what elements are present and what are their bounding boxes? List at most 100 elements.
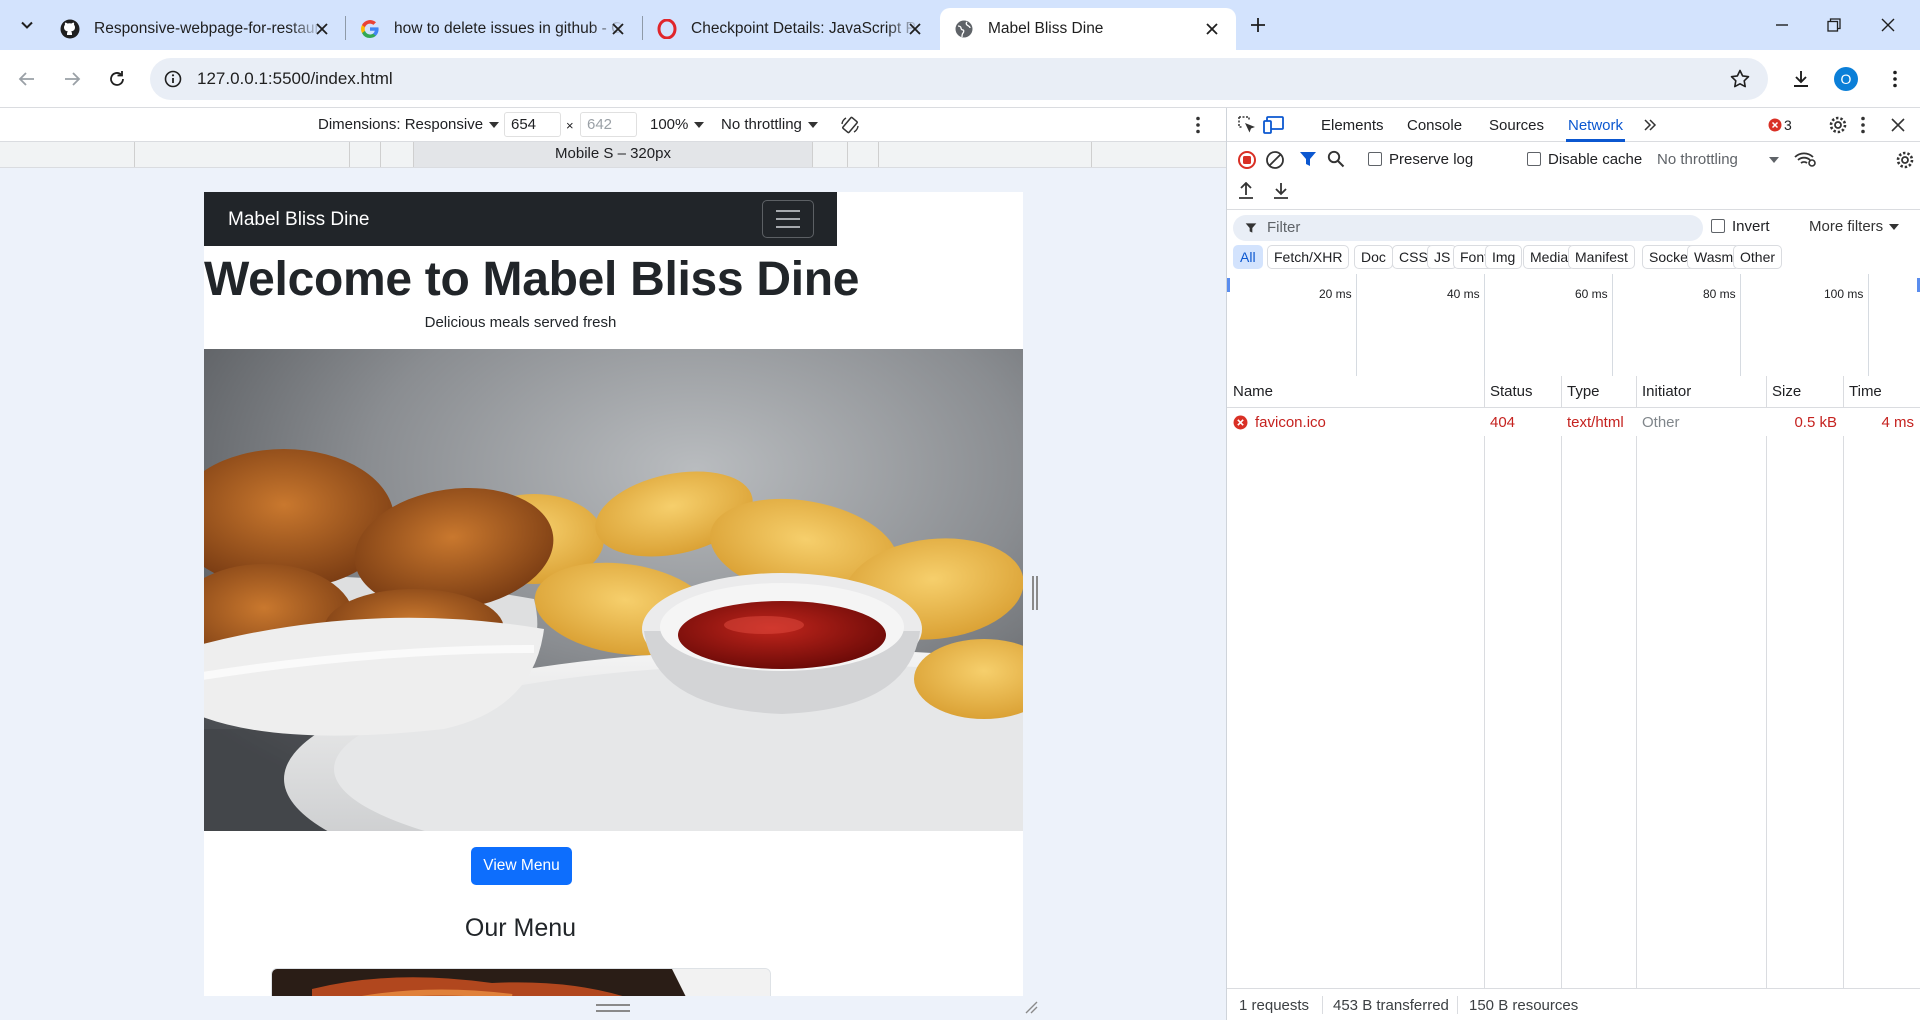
tab-github[interactable]: Responsive-webpage-for-restaurant xyxy=(46,8,346,50)
tab-mabel-bliss-dine[interactable]: Mabel Bliss Dine xyxy=(940,8,1236,50)
filter-pill-doc[interactable]: Doc xyxy=(1354,245,1393,269)
network-filter-input[interactable]: Filter xyxy=(1233,215,1703,241)
tab-search-button[interactable] xyxy=(12,10,42,40)
network-overview: 20 ms 40 ms 60 ms 80 ms 100 ms xyxy=(1227,274,1920,380)
disable-cache-checkbox[interactable]: Disable cache xyxy=(1527,151,1642,168)
rotate-icon[interactable] xyxy=(840,115,860,135)
error-counter[interactable]: 3 xyxy=(1768,117,1792,133)
tab-network[interactable]: Network xyxy=(1565,117,1626,142)
chevron-down-icon xyxy=(21,21,33,29)
tab-title: how to delete issues in github - Google … xyxy=(394,20,624,37)
filter-pill-img[interactable]: Img xyxy=(1485,245,1523,269)
close-tab-icon[interactable] xyxy=(1202,19,1222,39)
more-vert-icon[interactable] xyxy=(1196,116,1200,134)
address-bar-row: 127.0.0.1:5500/index.html O xyxy=(0,50,1920,108)
error-icon xyxy=(1233,415,1248,430)
filter-pill-other[interactable]: Other xyxy=(1733,245,1783,269)
more-filters-select[interactable]: More filters xyxy=(1809,218,1900,235)
site-navbar: Mabel Bliss Dine xyxy=(204,192,837,246)
hero-heading: Welcome to Mabel Bliss Dine xyxy=(204,253,860,306)
restore-button[interactable] xyxy=(1819,10,1849,40)
request-name[interactable]: favicon.ico xyxy=(1255,414,1326,431)
downloads-button[interactable] xyxy=(1786,64,1816,94)
settings-gear-icon[interactable] xyxy=(1828,115,1848,135)
omnibox[interactable]: 127.0.0.1:5500/index.html xyxy=(150,58,1768,100)
column-type[interactable]: Type xyxy=(1567,383,1600,400)
dimensions-select[interactable]: Dimensions: Responsive xyxy=(318,116,500,133)
emulated-viewport: Mabel Bliss Dine Welcome to Mabel Bliss … xyxy=(0,168,1226,1020)
import-har-icon[interactable] xyxy=(1237,182,1255,200)
inspect-element-icon[interactable] xyxy=(1237,115,1257,135)
device-throttling-select[interactable]: No throttling xyxy=(721,116,818,133)
table-row[interactable]: favicon.ico 404 text/html Other 0.5 kB 4… xyxy=(1227,408,1920,436)
navbar-brand[interactable]: Mabel Bliss Dine xyxy=(228,209,370,231)
bookmark-star-icon[interactable] xyxy=(1730,69,1750,89)
column-status[interactable]: Status xyxy=(1490,383,1533,400)
filter-icon[interactable] xyxy=(1299,150,1317,168)
more-tabs-icon[interactable] xyxy=(1643,118,1657,132)
tab-google-search[interactable]: how to delete issues in github - Google … xyxy=(346,8,642,50)
overview-window-handle-left[interactable] xyxy=(1227,278,1230,292)
request-status: 404 xyxy=(1490,414,1516,431)
column-time[interactable]: Time xyxy=(1849,383,1882,400)
close-window-button[interactable] xyxy=(1873,10,1903,40)
view-menu-button[interactable]: View Menu xyxy=(471,847,572,885)
reload-button[interactable] xyxy=(102,64,132,94)
clear-icon[interactable] xyxy=(1265,150,1285,170)
tab-console[interactable]: Console xyxy=(1407,117,1462,134)
record-stop-icon[interactable] xyxy=(1237,150,1257,170)
media-query-bar: Mobile S – 320px xyxy=(0,142,1226,168)
column-size[interactable]: Size xyxy=(1772,383,1801,400)
network-throttling-select[interactable]: No throttling xyxy=(1657,151,1738,168)
filter-pill-all[interactable]: All xyxy=(1233,245,1263,269)
viewport-resize-handle-right[interactable] xyxy=(1032,576,1038,610)
viewport-width-input[interactable]: 654 xyxy=(504,112,561,137)
timeline-tick: 80 ms xyxy=(1703,287,1736,301)
filter-pill-fetchxhr[interactable]: Fetch/XHR xyxy=(1267,245,1350,269)
timeline-tick: 20 ms xyxy=(1319,287,1352,301)
resources-size: 150 B resources xyxy=(1469,997,1579,1014)
site-info-icon[interactable] xyxy=(164,70,182,88)
close-icon[interactable] xyxy=(1891,118,1905,132)
request-type: text/html xyxy=(1567,414,1624,431)
timeline-tick: 60 ms xyxy=(1575,287,1608,301)
filter-pill-manifest[interactable]: Manifest xyxy=(1568,245,1635,269)
close-tab-icon[interactable] xyxy=(905,19,925,39)
network-conditions-icon[interactable] xyxy=(1793,150,1817,168)
tab-sources[interactable]: Sources xyxy=(1489,117,1544,134)
new-tab-button[interactable] xyxy=(1243,10,1273,40)
device-toggle-icon[interactable] xyxy=(1263,115,1285,135)
more-vert-icon[interactable] xyxy=(1861,116,1865,134)
close-tab-icon[interactable] xyxy=(312,19,332,39)
viewport-resize-handle-bottom[interactable] xyxy=(596,1004,630,1012)
close-tab-icon[interactable] xyxy=(608,19,628,39)
tab-elements[interactable]: Elements xyxy=(1321,117,1384,134)
column-name[interactable]: Name xyxy=(1233,383,1273,400)
close-icon xyxy=(1881,18,1895,32)
devtools-tabbar: Elements Console Sources Network 3 xyxy=(1227,108,1920,142)
chrome-menu-button[interactable] xyxy=(1880,64,1910,94)
tab-title: Mabel Bliss Dine xyxy=(988,20,1104,37)
back-button[interactable] xyxy=(12,64,42,94)
opera-icon xyxy=(657,19,677,39)
url-text[interactable]: 127.0.0.1:5500/index.html xyxy=(197,69,393,89)
media-query-mobile-s[interactable]: Mobile S – 320px xyxy=(413,142,813,167)
preserve-log-checkbox[interactable]: Preserve log xyxy=(1368,151,1473,168)
food-photo xyxy=(204,349,1023,831)
network-settings-icon[interactable] xyxy=(1895,150,1915,170)
zoom-select[interactable]: 100% xyxy=(650,116,705,133)
minimize-button[interactable] xyxy=(1767,10,1797,40)
viewport-height-input[interactable]: 642 xyxy=(580,112,637,137)
column-initiator[interactable]: Initiator xyxy=(1642,383,1691,400)
viewport-resize-corner-icon[interactable] xyxy=(1024,1000,1038,1014)
forward-button[interactable] xyxy=(57,64,87,94)
download-icon xyxy=(1794,71,1808,87)
times-icon: × xyxy=(566,118,574,133)
search-icon[interactable] xyxy=(1327,150,1345,168)
devtools-panel: Elements Console Sources Network 3 Prese… xyxy=(1226,108,1920,1020)
export-har-icon[interactable] xyxy=(1272,182,1290,200)
tab-checkpoint[interactable]: Checkpoint Details: JavaScript Part xyxy=(643,8,939,50)
navbar-toggler-button[interactable] xyxy=(762,200,814,238)
profile-button[interactable]: O xyxy=(1831,64,1861,94)
invert-checkbox[interactable]: Invert xyxy=(1711,218,1770,235)
